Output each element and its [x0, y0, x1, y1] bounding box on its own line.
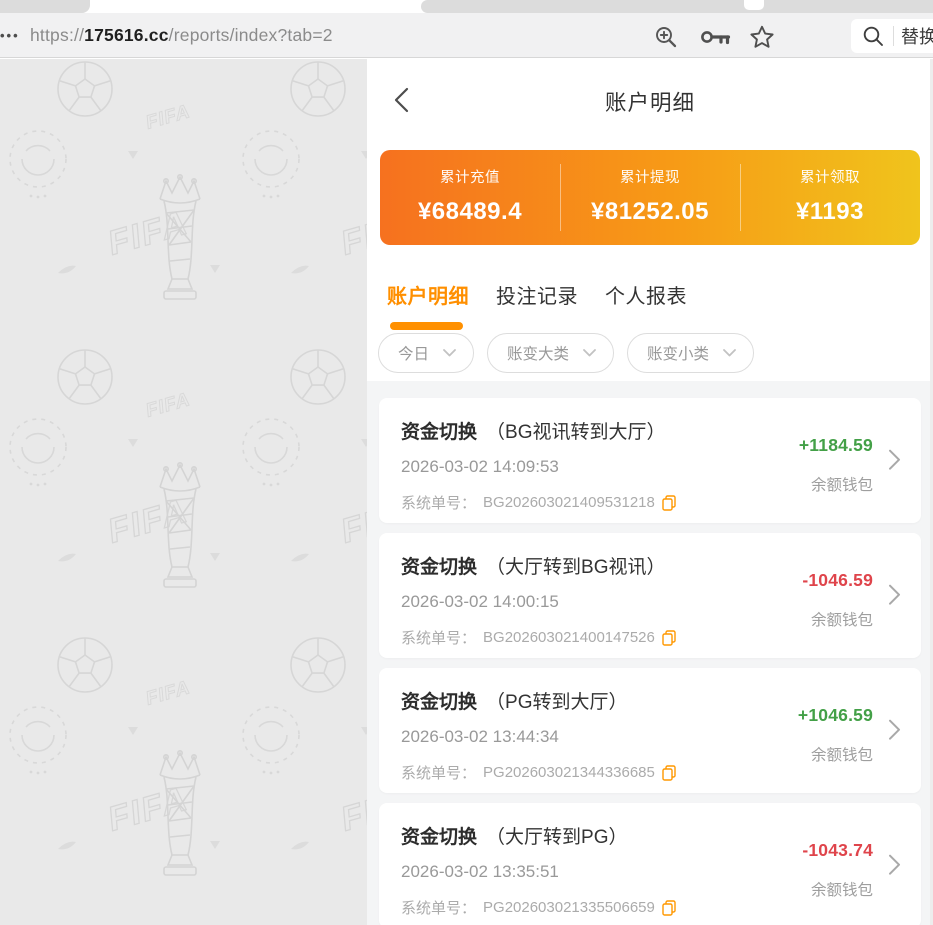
order-number: BG202603021409531218	[483, 494, 655, 511]
transaction-time: 2026-03-02 13:35:51	[401, 862, 559, 882]
chevron-right-icon[interactable]	[888, 583, 901, 605]
tab-strip-filler	[421, 0, 933, 13]
summary-card: 累计充值 ¥68489.4 累计提现 ¥81252.05 累计领取 ¥1193	[380, 150, 920, 245]
filter-label: 账变小类	[647, 342, 709, 364]
transaction-row[interactable]: 资金切换（大厅转到BG视讯） 2026-03-02 14:00:15 系统单号：…	[379, 533, 921, 658]
transaction-wallet: 余额钱包	[811, 878, 873, 900]
chevron-down-icon	[443, 349, 456, 357]
order-number: BG202603021400147526	[483, 629, 655, 646]
key-icon[interactable]	[700, 27, 732, 47]
order-label: 系统单号：	[401, 627, 476, 648]
page-content: FIFA FIFA	[0, 59, 933, 925]
active-tab-underline	[390, 322, 463, 330]
chevron-down-icon	[723, 349, 736, 357]
tab-account-detail[interactable]: 账户明细	[387, 280, 469, 309]
filter-bar: 今日 账变大类 账变小类	[378, 333, 754, 373]
transaction-order: 系统单号： BG202603021400147526	[401, 627, 676, 648]
panel-header: 账户明细	[367, 59, 933, 141]
transaction-time: 2026-03-02 13:44:34	[401, 727, 559, 747]
url-scheme: https://	[30, 25, 84, 46]
url-domain: 175616.cc	[84, 25, 169, 46]
transaction-row[interactable]: 资金切换（BG视讯转到大厅） 2026-03-02 14:09:53 系统单号：…	[379, 398, 921, 523]
browser-tab[interactable]	[0, 0, 90, 13]
fifa-pattern-background: FIFA FIFA	[0, 59, 367, 925]
transaction-wallet: 余额钱包	[811, 608, 873, 630]
url-path: /reports/index?tab=2	[169, 25, 333, 46]
browser-tab-strip	[0, 0, 933, 13]
transaction-title: 资金切换（大厅转到BG视讯）	[401, 552, 665, 579]
summary-total-withdraw: 累计提现 ¥81252.05	[560, 150, 740, 245]
transaction-amount: +1046.59	[798, 705, 873, 726]
transaction-amount: -1043.74	[802, 840, 873, 861]
filter-date-dropdown[interactable]: 今日	[378, 333, 474, 373]
summary-label: 累计领取	[800, 166, 860, 187]
tab-strip-notch	[744, 0, 764, 10]
filter-label: 今日	[398, 342, 429, 364]
summary-value: ¥81252.05	[591, 198, 709, 226]
summary-value: ¥68489.4	[418, 198, 522, 226]
transaction-time: 2026-03-02 14:00:15	[401, 592, 559, 612]
tab-bar: 账户明细 投注记录 个人报表	[387, 280, 687, 309]
url-bar[interactable]: https://175616.cc/reports/index?tab=2	[30, 13, 333, 58]
copy-icon[interactable]	[662, 765, 676, 781]
transaction-time: 2026-03-02 14:09:53	[401, 457, 559, 477]
transaction-row[interactable]: 资金切换（大厅转到PG） 2026-03-02 13:35:51 系统单号： PG…	[379, 803, 921, 925]
tab-bet-records[interactable]: 投注记录	[496, 280, 578, 309]
order-label: 系统单号：	[401, 492, 476, 513]
transaction-title: 资金切换（BG视讯转到大厅）	[401, 417, 665, 444]
transaction-wallet: 余额钱包	[811, 473, 873, 495]
filter-minor-type-dropdown[interactable]: 账变小类	[627, 333, 754, 373]
order-label: 系统单号：	[401, 762, 476, 783]
account-detail-panel: 账户明细 累计充值 ¥68489.4 累计提现 ¥81252.05 累计领取 ¥…	[367, 59, 933, 925]
search-field[interactable]: 替换	[851, 19, 933, 53]
chevron-right-icon[interactable]	[888, 853, 901, 875]
transaction-order: 系统单号： PG202603021335506659	[401, 897, 676, 918]
order-label: 系统单号：	[401, 897, 476, 918]
search-divider	[893, 26, 894, 46]
transaction-amount: +1184.59	[799, 435, 873, 456]
chevron-right-icon[interactable]	[888, 718, 901, 740]
order-number: PG202603021335506659	[483, 899, 655, 916]
tab-personal-report[interactable]: 个人报表	[605, 280, 687, 309]
filter-major-type-dropdown[interactable]: 账变大类	[487, 333, 614, 373]
summary-value: ¥1193	[796, 198, 864, 226]
transaction-list: 资金切换（BG视讯转到大厅） 2026-03-02 14:09:53 系统单号：…	[367, 381, 933, 925]
copy-icon[interactable]	[662, 630, 676, 646]
page-title: 账户明细	[367, 86, 933, 117]
transaction-title: 资金切换（PG转到大厅）	[401, 687, 627, 714]
chevron-right-icon[interactable]	[888, 448, 901, 470]
copy-icon[interactable]	[662, 900, 676, 916]
transaction-order: 系统单号： BG202603021409531218	[401, 492, 676, 513]
bookmark-star-icon[interactable]	[750, 25, 774, 49]
summary-label: 累计提现	[620, 166, 680, 187]
order-number: PG202603021344336685	[483, 764, 655, 781]
fifa-watermark: FIFA FIFA	[0, 59, 367, 925]
transaction-title: 资金切换（大厅转到PG）	[401, 822, 627, 849]
chevron-down-icon	[583, 349, 596, 357]
browser-window: https://175616.cc/reports/index?tab=2 ••…	[0, 0, 933, 925]
search-icon	[862, 25, 884, 47]
zoom-in-icon[interactable]	[654, 25, 678, 49]
transaction-order: 系统单号： PG202603021344336685	[401, 762, 676, 783]
copy-icon[interactable]	[662, 495, 676, 511]
filter-label: 账变大类	[507, 342, 569, 364]
search-text: 替换	[901, 23, 933, 49]
transaction-row[interactable]: 资金切换（PG转到大厅） 2026-03-02 13:44:34 系统单号： PG…	[379, 668, 921, 793]
transaction-amount: -1046.59	[802, 570, 873, 591]
browser-toolbar: https://175616.cc/reports/index?tab=2 ••…	[0, 13, 933, 58]
transaction-wallet: 余额钱包	[811, 743, 873, 765]
summary-label: 累计充值	[440, 166, 500, 187]
summary-total-deposit: 累计充值 ¥68489.4	[380, 150, 560, 245]
summary-total-claimed: 累计领取 ¥1193	[740, 150, 920, 245]
